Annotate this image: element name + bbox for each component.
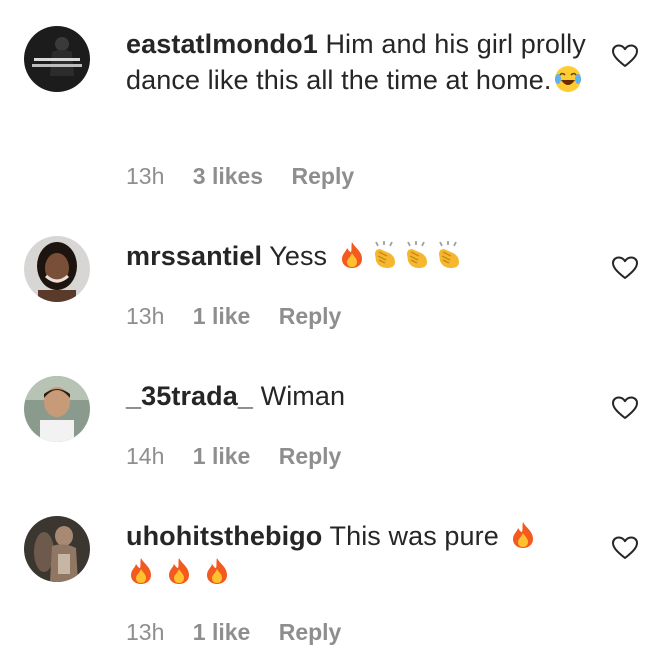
heart-icon[interactable] (612, 536, 638, 560)
heart-icon[interactable] (612, 396, 638, 420)
fire-emoji-icon (337, 240, 367, 270)
comment-username[interactable]: mrssantiel (126, 241, 262, 271)
avatar[interactable] (24, 26, 90, 92)
fire-emoji-icon (164, 556, 194, 586)
fire-emoji-icon (126, 556, 156, 586)
clapping-hands-emoji-icon (369, 240, 399, 270)
comment-body: Wiman (260, 381, 346, 411)
clapping-hands-emoji-icon (401, 240, 431, 270)
comment-username[interactable]: _35trada_ (126, 381, 253, 411)
comment-meta: 14h 1 like Reply (126, 442, 363, 470)
fire-emoji-icon (508, 520, 538, 550)
avatar[interactable] (24, 236, 90, 302)
comment-text: eastatlmondo1 Him and his girl prolly da… (126, 26, 586, 98)
comment-username[interactable]: eastatlmondo1 (126, 29, 318, 59)
comment-text: mrssantiel Yess (126, 238, 586, 274)
comment-meta: 13h 3 likes Reply (126, 162, 376, 190)
likes-count[interactable]: 1 like (193, 303, 251, 329)
reply-button[interactable]: Reply (292, 163, 355, 189)
avatar[interactable] (24, 516, 90, 582)
comment-time: 13h (126, 303, 165, 329)
comment-meta: 13h 1 like Reply (126, 618, 363, 646)
heart-icon[interactable] (612, 44, 638, 68)
reply-button[interactable]: Reply (279, 303, 342, 329)
reply-button[interactable]: Reply (279, 619, 342, 645)
comment-text: _35trada_ Wiman (126, 378, 586, 414)
comment-time: 13h (126, 619, 165, 645)
comment-time: 14h (126, 443, 165, 469)
likes-count[interactable]: 3 likes (193, 163, 263, 189)
fire-emoji-icon (202, 556, 232, 586)
comment-time: 13h (126, 163, 165, 189)
avatar[interactable] (24, 376, 90, 442)
comment-body: Yess (269, 241, 328, 271)
clapping-hands-emoji-icon (433, 240, 463, 270)
likes-count[interactable]: 1 like (193, 443, 251, 469)
heart-icon[interactable] (612, 256, 638, 280)
comment-username[interactable]: uhohitsthebigo (126, 521, 322, 551)
laughing-crying-emoji-icon (553, 64, 583, 94)
comment-text: uhohitsthebigo This was pure (126, 518, 586, 590)
comment-meta: 13h 1 like Reply (126, 302, 363, 330)
likes-count[interactable]: 1 like (193, 619, 251, 645)
comment-body: This was pure (329, 521, 499, 551)
reply-button[interactable]: Reply (279, 443, 342, 469)
